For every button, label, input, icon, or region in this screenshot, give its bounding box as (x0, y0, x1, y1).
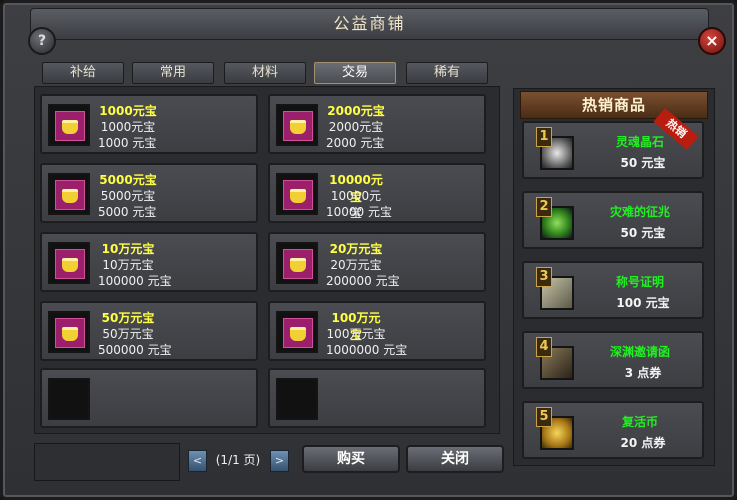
item-desc: 10万元宝 (102, 258, 154, 272)
item-price: 2000 元宝 (326, 136, 385, 150)
hot-item-rank: 4 (536, 337, 552, 357)
tab-supply[interactable]: 补给 (42, 62, 124, 84)
hot-item[interactable]: 2 灾难的征兆 50 元宝 (522, 191, 704, 249)
item-price: 200000 元宝 (326, 274, 400, 288)
gold-ingot-icon (283, 180, 313, 210)
hot-item-price: 50 元宝 (620, 226, 666, 240)
item-slot (48, 173, 90, 215)
shop-item[interactable]: 10000元宝 10000元宝 10000 元宝 (268, 163, 486, 223)
item-slot (276, 311, 318, 353)
empty-shop-item[interactable] (40, 368, 258, 428)
gold-ingot-icon (55, 318, 85, 348)
gold-ingot-icon (283, 249, 313, 279)
gold-ingot-icon (283, 318, 313, 348)
empty-item-slot (276, 378, 318, 420)
shop-item[interactable]: 2000元宝 2000元宝 2000 元宝 (268, 94, 486, 154)
item-desc: 50万元宝 (102, 327, 154, 341)
next-page-button[interactable]: > (270, 450, 289, 472)
item-slot (48, 311, 90, 353)
hot-item-name: 深渊邀请函 (609, 345, 670, 359)
item-price: 5000 元宝 (98, 205, 157, 219)
item-name: 1000元宝 (99, 104, 157, 118)
hot-item-price: 3 点券 (624, 366, 662, 380)
hot-item[interactable]: 3 称号证明 100 元宝 (522, 261, 704, 319)
item-name: 10万元宝 (101, 242, 155, 256)
hot-item-price: 100 元宝 (616, 296, 670, 310)
item-slot (48, 242, 90, 284)
shop-item[interactable]: 1000元宝 1000元宝 1000 元宝 (40, 94, 258, 154)
hot-item-rank: 1 (536, 127, 552, 147)
hot-item-name: 灾难的征兆 (609, 205, 670, 219)
hot-item-name: 称号证明 (615, 275, 664, 289)
item-desc: 1000元宝 (100, 120, 156, 134)
item-name: 2000元宝 (327, 104, 385, 118)
empty-item-slot (48, 378, 90, 420)
buy-button[interactable]: 购买 (302, 445, 400, 473)
tab-common[interactable]: 常用 (132, 62, 214, 84)
close-button[interactable]: 关闭 (406, 445, 504, 473)
item-slot (48, 104, 90, 146)
item-price: 1000 元宝 (98, 136, 157, 150)
item-price: 1000000 元宝 (326, 343, 408, 357)
gold-ingot-icon (55, 249, 85, 279)
tab-trade[interactable]: 交易 (314, 62, 396, 84)
help-button[interactable]: ? (28, 27, 56, 55)
shop-item[interactable]: 20万元宝 20万元宝 200000 元宝 (268, 232, 486, 292)
item-name: 20万元宝 (329, 242, 383, 256)
hot-item-name: 复活币 (621, 415, 658, 429)
item-desc: 5000元宝 (100, 189, 156, 203)
info-box (34, 443, 180, 481)
shop-item[interactable]: 5000元宝 5000元宝 5000 元宝 (40, 163, 258, 223)
item-slot (276, 173, 318, 215)
item-desc: 20万元宝 (330, 258, 382, 272)
hot-item[interactable]: 4 深渊邀请函 3 点券 (522, 331, 704, 389)
tab-materials[interactable]: 材料 (224, 62, 306, 84)
item-price: 10000 元宝 (326, 205, 392, 219)
hot-item[interactable]: 5 复活币 20 点券 (522, 401, 704, 459)
empty-shop-item[interactable] (268, 368, 486, 428)
close-window-button[interactable]: × (698, 27, 726, 55)
item-price: 100000 元宝 (98, 274, 172, 288)
item-slot (276, 242, 318, 284)
shop-item[interactable]: 100万元宝 100万元宝 1000000 元宝 (268, 301, 486, 361)
gold-ingot-icon (55, 180, 85, 210)
gold-ingot-icon (283, 111, 313, 141)
hot-item-rank: 3 (536, 267, 552, 287)
item-desc: 100万元宝 (326, 327, 386, 341)
hot-item-price: 50 元宝 (620, 156, 666, 170)
item-price: 500000 元宝 (98, 343, 172, 357)
item-desc: 2000元宝 (328, 120, 384, 134)
hot-item-price: 20 点券 (620, 436, 666, 450)
hot-items-title: 热销商品 (520, 91, 708, 119)
gold-ingot-icon (55, 111, 85, 141)
tab-rare[interactable]: 稀有 (406, 62, 488, 84)
item-name: 50万元宝 (101, 311, 155, 325)
shop-item[interactable]: 10万元宝 10万元宝 100000 元宝 (40, 232, 258, 292)
hot-item-rank: 2 (536, 197, 552, 217)
prev-page-button[interactable]: < (188, 450, 207, 472)
shop-item[interactable]: 50万元宝 50万元宝 500000 元宝 (40, 301, 258, 361)
page-indicator: (1/1 页) (215, 453, 261, 467)
item-slot (276, 104, 318, 146)
window-title: 公益商铺 (30, 8, 709, 40)
item-name: 5000元宝 (99, 173, 157, 187)
hot-item-rank: 5 (536, 407, 552, 427)
